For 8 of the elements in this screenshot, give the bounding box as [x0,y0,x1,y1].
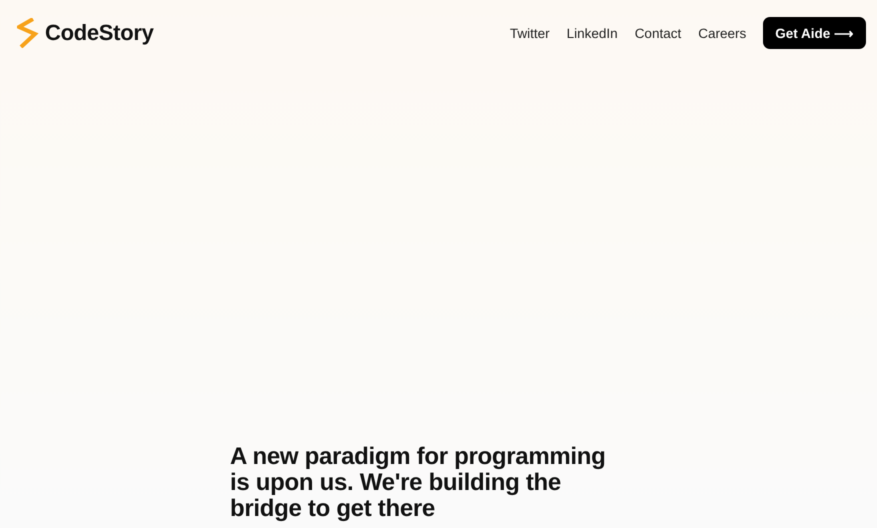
get-aide-button[interactable]: Get Aide ⟶ [763,17,866,49]
logo-icon [17,18,39,48]
nav-link[interactable]: LinkedIn [566,26,618,40]
brand-name: CodeStory [45,20,154,46]
hero-headline: A new paradigm for programming is upon us. We're building the bridge to get there [230,444,606,522]
nav-link[interactable]: Careers [698,26,746,40]
nav-link[interactable]: Twitter [510,26,550,40]
nav-link[interactable]: Contact [634,26,682,40]
